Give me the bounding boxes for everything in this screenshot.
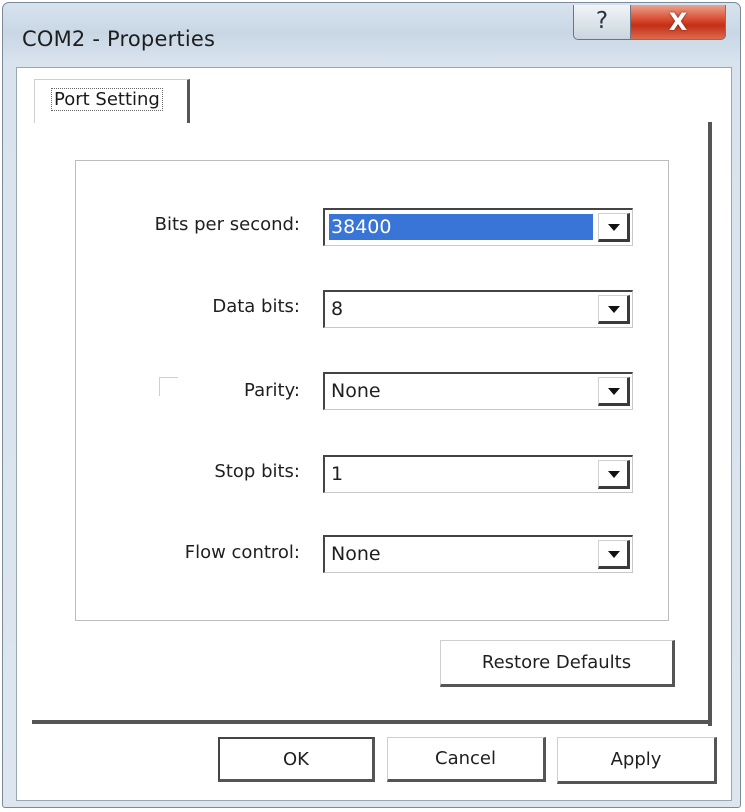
data-bits-select[interactable]: 8 bbox=[323, 290, 633, 328]
restore-defaults-button[interactable]: Restore Defaults bbox=[440, 640, 675, 687]
apply-button[interactable]: Apply bbox=[557, 737, 717, 784]
help-button[interactable]: ? bbox=[573, 5, 631, 40]
stop-bits-select[interactable]: 1 bbox=[323, 455, 633, 493]
stop-bits-value: 1 bbox=[331, 463, 344, 485]
flow-control-select[interactable]: None bbox=[323, 535, 633, 573]
tab-label: Port Setting bbox=[51, 88, 163, 111]
chevron-down-icon[interactable] bbox=[598, 377, 630, 406]
tab-panel-border-right bbox=[708, 122, 712, 726]
tab-panel-border-bottom bbox=[32, 720, 712, 724]
close-button[interactable]: X bbox=[630, 5, 726, 40]
bits-per-second-value: 38400 bbox=[329, 214, 593, 240]
tab-port-setting[interactable]: Port Setting bbox=[34, 79, 190, 123]
bits-per-second-label: Bits per second: bbox=[154, 214, 300, 235]
chevron-down-icon[interactable] bbox=[598, 460, 630, 489]
divider bbox=[159, 377, 178, 396]
close-icon: X bbox=[668, 8, 688, 36]
cancel-button[interactable]: Cancel bbox=[387, 737, 546, 782]
parity-select[interactable]: None bbox=[323, 372, 633, 410]
data-bits-value: 8 bbox=[331, 298, 344, 320]
bits-per-second-select[interactable]: 38400 bbox=[323, 208, 633, 246]
help-icon: ? bbox=[595, 8, 609, 34]
chevron-down-icon[interactable] bbox=[598, 213, 630, 242]
data-bits-label: Data bits: bbox=[212, 296, 300, 317]
flow-control-value: None bbox=[331, 543, 381, 565]
parity-value: None bbox=[331, 380, 381, 402]
parity-label: Parity: bbox=[244, 380, 300, 401]
chevron-down-icon[interactable] bbox=[598, 540, 630, 569]
chevron-down-icon[interactable] bbox=[598, 295, 630, 324]
stop-bits-label: Stop bits: bbox=[214, 461, 300, 482]
window-title: COM2 - Properties bbox=[22, 27, 216, 51]
flow-control-label: Flow control: bbox=[184, 542, 300, 563]
ok-button[interactable]: OK bbox=[218, 737, 375, 782]
